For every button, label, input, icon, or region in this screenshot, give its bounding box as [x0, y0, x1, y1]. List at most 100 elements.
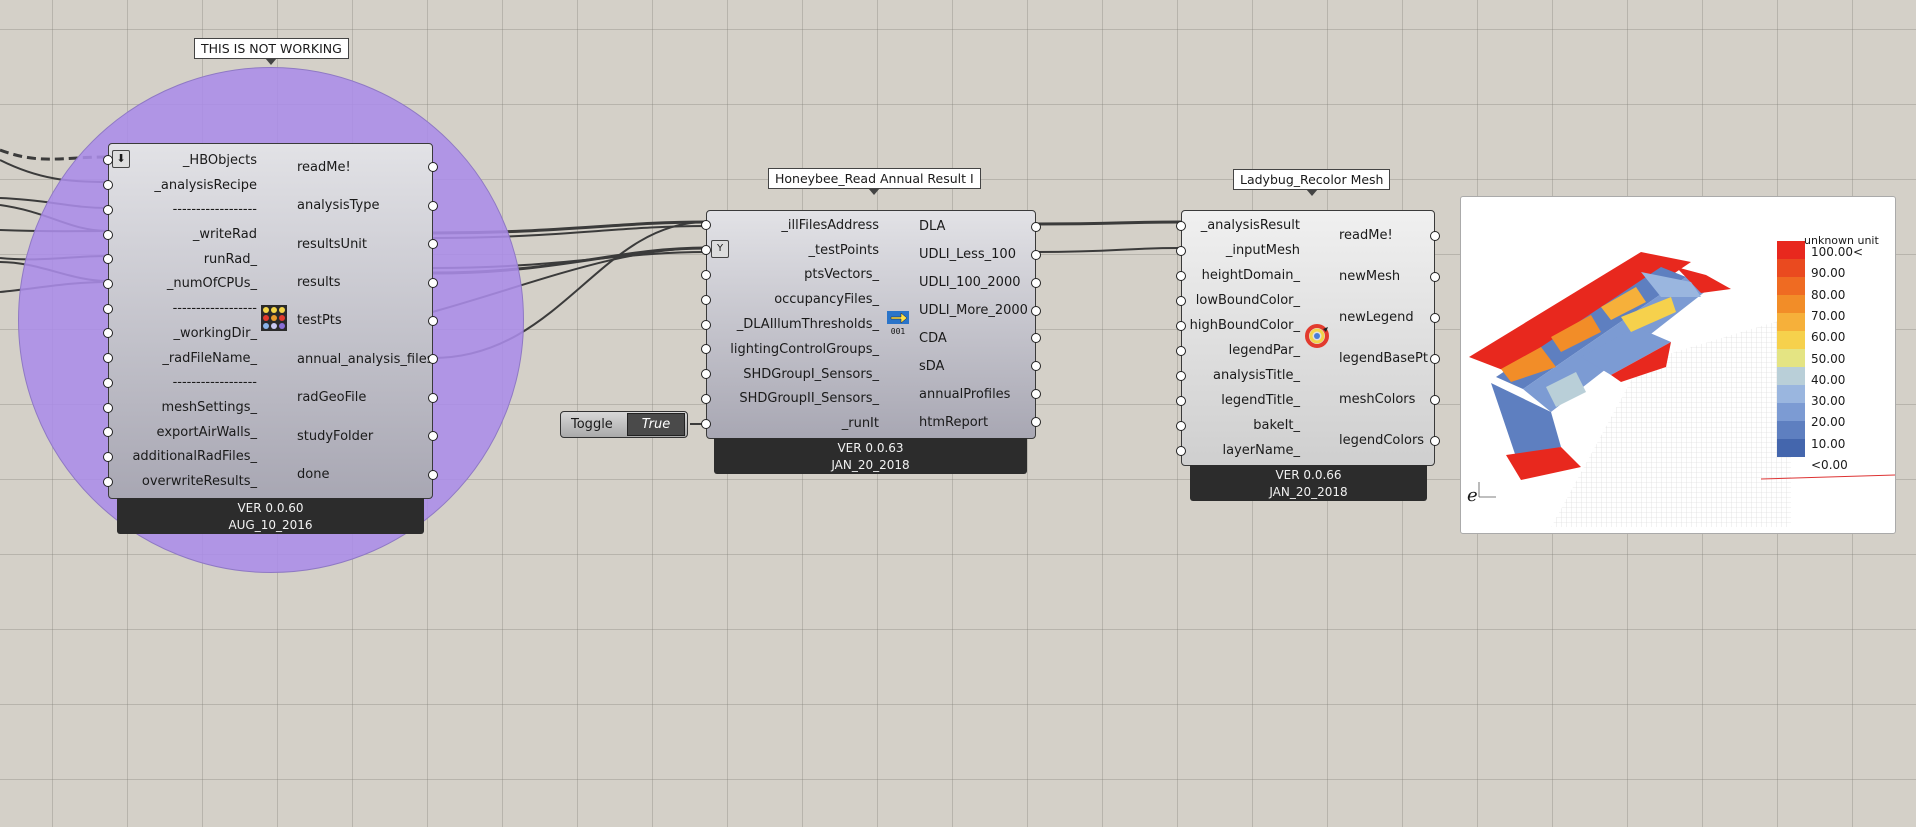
input-arrow-icon[interactable]: ⬇: [112, 150, 130, 168]
run-daylight-output-port[interactable]: radGeoFile: [297, 379, 432, 417]
recolor-output-port[interactable]: readMe!: [1339, 215, 1434, 256]
input-grip[interactable]: [103, 476, 113, 487]
input-grip[interactable]: [1176, 370, 1186, 381]
recolor-input-port[interactable]: legendTitle_: [1182, 388, 1300, 413]
recolor-input-port[interactable]: analysisTitle_: [1182, 363, 1300, 388]
run-daylight-input-port[interactable]: exportAirWalls_: [109, 420, 257, 445]
input-grip[interactable]: [701, 393, 711, 404]
read-annual-output-port[interactable]: UDLI_Less_100: [919, 241, 1035, 269]
input-grip[interactable]: [701, 294, 711, 305]
run-daylight-input-port[interactable]: _analysisRecipe: [109, 173, 257, 198]
input-grip[interactable]: [103, 278, 113, 289]
input-grip[interactable]: [1176, 245, 1186, 256]
output-grip[interactable]: [1430, 353, 1440, 364]
read-annual-input-port[interactable]: _illFilesAddress: [707, 213, 879, 238]
recolor-output-port[interactable]: legendColors: [1339, 420, 1434, 461]
read-annual-input-port[interactable]: lightingControlGroups_: [707, 337, 879, 362]
output-grip[interactable]: [428, 315, 438, 326]
input-grip[interactable]: [1176, 395, 1186, 406]
input-grip[interactable]: [103, 451, 113, 462]
input-grip[interactable]: [103, 303, 113, 314]
recolor-input-port[interactable]: lowBoundColor_: [1182, 288, 1300, 313]
input-grip[interactable]: [103, 402, 113, 413]
read-annual-output-port[interactable]: CDA: [919, 325, 1035, 353]
run-daylight-input-port[interactable]: ------------------: [109, 197, 257, 222]
recolor-input-port[interactable]: layerName_: [1182, 438, 1300, 463]
output-grip[interactable]: [1430, 394, 1440, 405]
input-grip[interactable]: [103, 204, 113, 215]
output-grip[interactable]: [428, 277, 438, 288]
read-annual-component[interactable]: _illFilesAddress _testPoints ptsVectors_ oc…: [706, 210, 1036, 439]
read-annual-input-port[interactable]: _testPoints: [707, 238, 879, 263]
run-daylight-output-port[interactable]: analysisType: [297, 186, 432, 224]
run-daylight-input-port[interactable]: _HBObjects: [109, 148, 257, 173]
input-grip[interactable]: [1176, 420, 1186, 431]
toggle-value[interactable]: True: [627, 413, 685, 436]
run-daylight-input-port[interactable]: runRad_: [109, 247, 257, 272]
read-annual-input-port[interactable]: _DLAIllumThresholds_: [707, 312, 879, 337]
read-annual-output-port[interactable]: annualProfiles: [919, 380, 1035, 408]
recolor-input-port[interactable]: _inputMesh: [1182, 238, 1300, 263]
read-annual-input-port[interactable]: SHDGroupII_Sensors_: [707, 386, 879, 411]
run-daylight-output-port[interactable]: results: [297, 263, 432, 301]
run-daylight-input-port[interactable]: additionalRadFiles_: [109, 445, 257, 470]
run-daylight-output-port[interactable]: readMe!: [297, 148, 432, 186]
run-daylight-output-port[interactable]: resultsUnit: [297, 225, 432, 263]
run-daylight-input-port[interactable]: overwriteResults_: [109, 469, 257, 494]
output-grip[interactable]: [1031, 221, 1041, 232]
recolor-output-port[interactable]: meshColors: [1339, 379, 1434, 420]
input-grip[interactable]: [103, 377, 113, 388]
output-grip[interactable]: [1031, 277, 1041, 288]
run-daylight-output-port[interactable]: testPts: [297, 302, 432, 340]
run-daylight-input-port[interactable]: ------------------: [109, 296, 257, 321]
run-daylight-input-port[interactable]: _numOfCPUs_: [109, 272, 257, 297]
output-grip[interactable]: [428, 392, 438, 403]
output-grip[interactable]: [1430, 312, 1440, 323]
run-daylight-output-port[interactable]: annual_analysis_files: [297, 340, 433, 378]
recolor-output-port[interactable]: newLegend: [1339, 297, 1434, 338]
output-grip[interactable]: [428, 469, 438, 480]
recolor-input-port[interactable]: highBoundColor_: [1182, 313, 1300, 338]
read-annual-input-port[interactable]: SHDGroupI_Sensors_: [707, 362, 879, 387]
input-grip[interactable]: [1176, 270, 1186, 281]
output-grip[interactable]: [1430, 230, 1440, 241]
run-daylight-input-port[interactable]: _radFileName_: [109, 346, 257, 371]
recolor-mesh-component[interactable]: _analysisResult _inputMesh heightDomain_ lo…: [1181, 210, 1435, 466]
recolor-output-port[interactable]: newMesh: [1339, 256, 1434, 297]
read-annual-input-port[interactable]: _runIt: [707, 411, 879, 436]
recolor-input-port[interactable]: legendPar_: [1182, 338, 1300, 363]
read-annual-output-port[interactable]: UDLI_100_2000: [919, 269, 1035, 297]
output-grip[interactable]: [1031, 417, 1041, 428]
read-annual-output-port[interactable]: UDLI_More_2000: [919, 297, 1035, 325]
output-grip[interactable]: [1031, 305, 1041, 316]
input-grip[interactable]: [103, 229, 113, 240]
output-grip[interactable]: [1430, 271, 1440, 282]
read-annual-input-port[interactable]: ptsVectors_: [707, 263, 879, 288]
output-grip[interactable]: [1031, 249, 1041, 260]
run-daylight-input-port[interactable]: ------------------: [109, 370, 257, 395]
input-grip[interactable]: [1176, 320, 1186, 331]
output-grip[interactable]: [428, 200, 438, 211]
run-daylight-input-port[interactable]: _writeRad: [109, 222, 257, 247]
input-grip[interactable]: [1176, 345, 1186, 356]
run-daylight-input-port[interactable]: meshSettings_: [109, 395, 258, 420]
input-grip[interactable]: [701, 319, 711, 330]
recolor-input-port[interactable]: heightDomain_: [1182, 263, 1300, 288]
input-grip[interactable]: [701, 418, 711, 429]
filter-icon[interactable]: Y: [711, 240, 729, 258]
read-annual-output-port[interactable]: htmReport: [919, 408, 1035, 436]
input-grip[interactable]: [701, 269, 711, 280]
input-grip[interactable]: [1176, 295, 1186, 306]
run-daylight-component[interactable]: _HBObjects _analysisRecipe ---------------…: [108, 143, 433, 499]
recolor-output-port[interactable]: legendBasePt: [1339, 338, 1434, 379]
boolean-toggle[interactable]: Toggle True: [560, 411, 688, 438]
run-daylight-output-port[interactable]: done: [297, 456, 432, 494]
read-annual-output-port[interactable]: sDA: [919, 352, 1035, 380]
recolor-input-port[interactable]: bakeIt_: [1182, 413, 1300, 438]
input-grip[interactable]: [1176, 220, 1186, 231]
read-annual-input-port[interactable]: occupancyFiles_: [707, 287, 879, 312]
output-grip[interactable]: [1430, 435, 1440, 446]
input-grip[interactable]: [1176, 445, 1186, 456]
run-daylight-output-port[interactable]: studyFolder: [297, 417, 432, 455]
mesh-preview-panel[interactable]: unknown unit 100.00< 90.00 80.00 70.00 60.00…: [1460, 196, 1896, 534]
